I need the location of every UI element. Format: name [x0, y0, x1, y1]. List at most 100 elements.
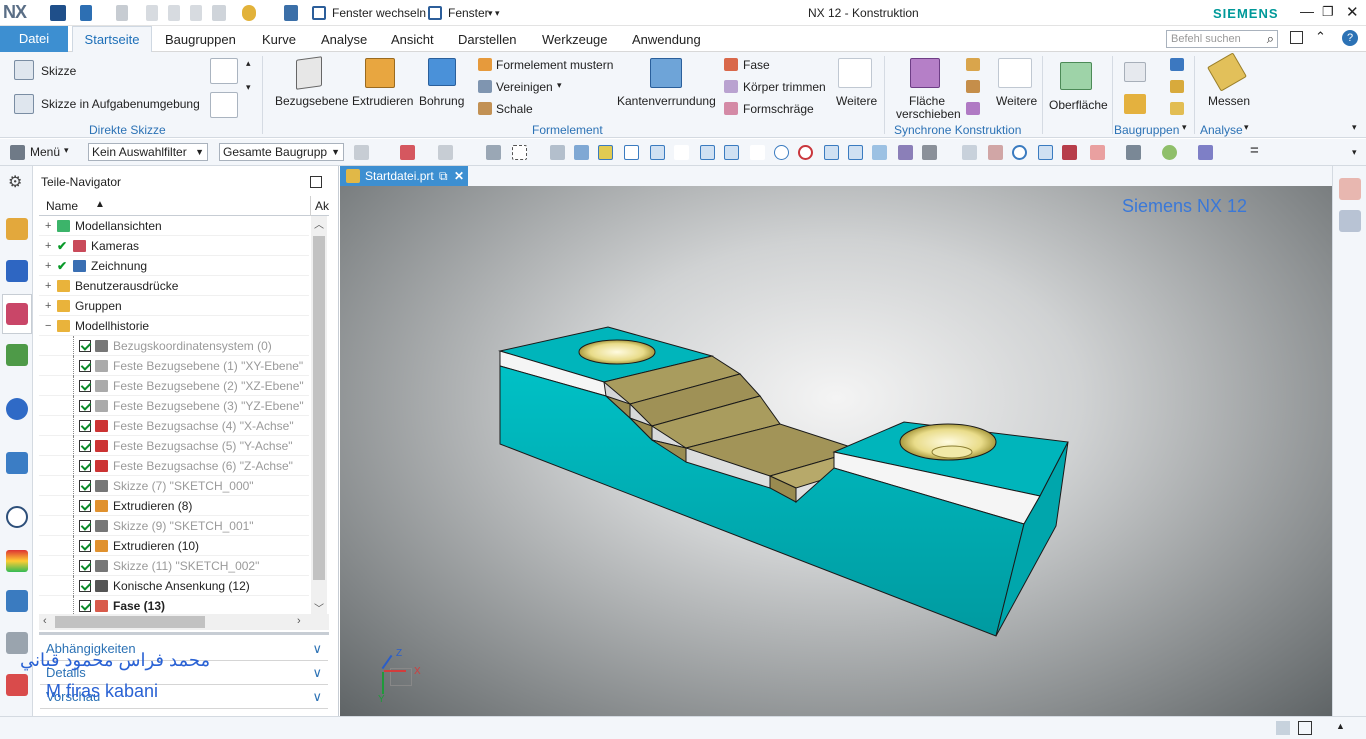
tab-analyse[interactable]: Analyse	[321, 32, 367, 47]
toolbar-options-icon[interactable]: =	[1250, 142, 1259, 159]
tangent-snap-icon[interactable]	[750, 145, 765, 160]
measure-icon[interactable]	[1207, 52, 1247, 92]
sketch-task-button[interactable]: Skizze in Aufgabenumgebung	[41, 97, 200, 111]
view-triad[interactable]: Z X Y	[376, 648, 436, 706]
move-face-label-2[interactable]: verschieben	[896, 107, 961, 121]
gallery-down-icon[interactable]: ▾	[246, 82, 251, 93]
extrude-icon[interactable]	[365, 58, 395, 88]
unite-icon[interactable]	[478, 80, 492, 93]
ribbon-overflow-icon[interactable]: ▾	[1352, 122, 1357, 133]
endpoint-snap-icon[interactable]	[624, 145, 639, 160]
view-tool-1-icon[interactable]	[872, 145, 887, 160]
work-layer-icon[interactable]	[1126, 145, 1141, 160]
scroll-right-icon[interactable]: ›	[297, 615, 301, 627]
more-features-icon[interactable]	[838, 58, 872, 88]
add-component-icon[interactable]	[1124, 94, 1146, 114]
save-icon[interactable]	[50, 5, 66, 21]
draft-button[interactable]: Formschräge	[743, 102, 814, 116]
document-tab-label[interactable]: Startdatei.prt	[365, 166, 434, 186]
tree-row[interactable]: Skizze (11) "SKETCH_002"	[39, 556, 309, 576]
zoom-icon[interactable]	[988, 145, 1003, 160]
tree-row[interactable]: + Benutzerausdrücke	[39, 276, 309, 296]
maximize-icon[interactable]	[310, 176, 322, 188]
unite-button[interactable]: Vereinigen	[496, 80, 553, 94]
reuse-library-tab-icon[interactable]	[6, 344, 28, 366]
visual-report-tab-icon[interactable]	[6, 550, 28, 572]
close-tab-icon[interactable]: ✕	[454, 166, 464, 186]
scroll-up-icon[interactable]: ︿	[314, 216, 324, 231]
tab-darstellen[interactable]: Darstellen	[458, 32, 517, 47]
scrollbar-thumb[interactable]	[313, 236, 325, 580]
analyse-dropdown-icon[interactable]: ▾	[1244, 122, 1249, 133]
window-menu-button[interactable]: Fenster	[448, 6, 489, 20]
orient-icon[interactable]	[1062, 145, 1077, 160]
expand-toggle-icon[interactable]: +	[45, 276, 51, 296]
history-tab-icon[interactable]	[6, 506, 28, 528]
curve-snap-icon[interactable]	[674, 145, 689, 160]
tree-row[interactable]: Feste Bezugsebene (3) "YZ-Ebene"	[39, 396, 309, 416]
edge-blend-icon[interactable]	[650, 58, 682, 88]
part-model[interactable]	[340, 186, 1332, 716]
feature-checkbox[interactable]	[79, 360, 91, 372]
window-icon[interactable]	[428, 6, 442, 20]
switch-window-icon[interactable]	[312, 6, 326, 20]
scroll-down-icon[interactable]: ﹀	[314, 600, 324, 615]
surface-button[interactable]: Oberfläche	[1049, 98, 1108, 112]
tree-row[interactable]: Feste Bezugsachse (6) "Z-Achse"	[39, 456, 309, 476]
hole-icon[interactable]	[428, 58, 456, 86]
polyline-snap-icon[interactable]	[700, 145, 715, 160]
rotate-icon[interactable]	[1012, 145, 1027, 160]
chevron-down-icon[interactable]: ∨	[312, 662, 322, 684]
datum-plane-icon[interactable]	[296, 56, 322, 90]
assembly-tool-1-icon[interactable]	[1170, 58, 1184, 71]
roles-tab-icon[interactable]	[6, 674, 28, 696]
view-orient-icon[interactable]	[1339, 178, 1361, 200]
feature-checkbox[interactable]	[79, 340, 91, 352]
expand-toggle-icon[interactable]: +	[45, 236, 51, 256]
search-icon[interactable]: ⌕	[1267, 31, 1274, 47]
edge-blend-button[interactable]: Kantenverrundung	[617, 94, 716, 108]
paste-icon[interactable]	[190, 5, 202, 21]
tab-werkzeuge[interactable]: Werkzeuge	[542, 32, 608, 47]
paste-special-icon[interactable]	[212, 5, 226, 21]
column-name-header[interactable]: Name	[46, 199, 78, 213]
edit-section-icon[interactable]	[1198, 145, 1213, 160]
rect-select-icon[interactable]	[512, 145, 527, 160]
feature-checkbox[interactable]	[79, 460, 91, 472]
undo-icon[interactable]	[80, 5, 92, 21]
feature-checkbox[interactable]	[79, 420, 91, 432]
status-expand-icon[interactable]: ▲	[1336, 721, 1345, 731]
rectangle-gallery-icon[interactable]	[210, 92, 238, 118]
select-2-icon[interactable]	[438, 145, 453, 160]
selection-filter-select[interactable]: Kein Auswahlfilter ▼	[88, 143, 208, 161]
tree-row[interactable]: Bezugskoordinatensystem (0)	[39, 336, 309, 356]
tab-ansicht[interactable]: Ansicht	[391, 32, 434, 47]
tab-kurve[interactable]: Kurve	[262, 32, 296, 47]
pattern-feature-button[interactable]: Formelement mustern	[496, 58, 613, 72]
tree-row[interactable]: Skizze (7) "SKETCH_000"	[39, 476, 309, 496]
minimize-icon[interactable]: —	[1300, 3, 1314, 19]
hole-button[interactable]: Bohrung	[419, 94, 464, 108]
surface-icon[interactable]	[1060, 62, 1092, 90]
feature-checkbox[interactable]	[79, 500, 91, 512]
feature-checkbox[interactable]	[79, 440, 91, 452]
view-cube-icon[interactable]	[1339, 210, 1361, 232]
chamfer-button[interactable]: Fase	[743, 58, 770, 72]
center-snap-icon[interactable]	[774, 145, 789, 160]
move-face-label-1[interactable]: Fläche	[909, 94, 945, 108]
constraint-navigator-tab-icon[interactable]	[6, 260, 28, 282]
tree-row[interactable]: + Modellansichten	[39, 216, 309, 236]
feature-checkbox[interactable]	[79, 400, 91, 412]
vertical-scrollbar[interactable]: ︿ ﹀	[311, 216, 327, 616]
process-studio-tab-icon[interactable]	[6, 590, 28, 612]
assembly-tool-2-icon[interactable]	[1170, 80, 1184, 93]
menu-button[interactable]: Menü	[30, 145, 60, 159]
scroll-left-icon[interactable]: ‹	[43, 615, 47, 627]
command-search-input[interactable]: Befehl suchen ⌕	[1166, 30, 1278, 48]
feature-checkbox[interactable]	[79, 480, 91, 492]
draft-icon[interactable]	[724, 102, 738, 115]
status-icon-1[interactable]	[1276, 721, 1290, 735]
expand-toggle-icon[interactable]: +	[45, 296, 51, 316]
assembly-navigator-icon[interactable]	[1124, 62, 1146, 82]
sketch-task-icon[interactable]	[14, 94, 34, 114]
